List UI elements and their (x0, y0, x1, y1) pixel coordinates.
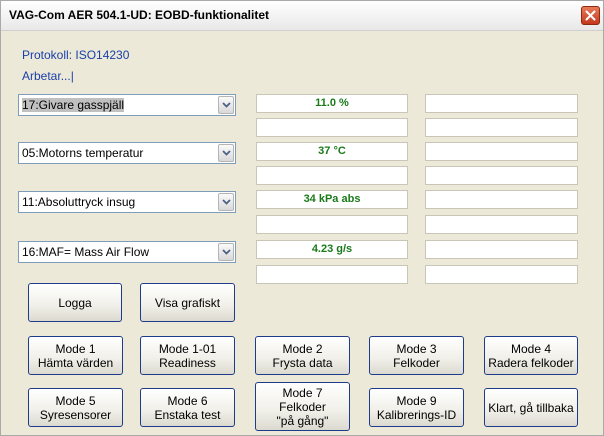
button-label-line: "på gång" (276, 413, 329, 428)
log-button-label: Logga (58, 295, 92, 310)
dropdown-button[interactable] (218, 193, 234, 211)
button-label-line: Felkoder (393, 355, 440, 370)
channel-value2-field (256, 166, 408, 185)
channel-value-field: 34 kPa abs (256, 190, 408, 209)
mode-1-button[interactable]: Mode 1 Hämta värden (28, 336, 123, 375)
button-label-line: Mode 5 (55, 393, 96, 408)
channel-select-4[interactable]: 16:MAF= Mass Air Flow (18, 241, 236, 263)
channel-extra-field (425, 94, 578, 113)
channel-select-2[interactable]: 05:Motorns temperatur (18, 142, 236, 164)
channel-select-1[interactable]: 17:Givare gasspjäll (18, 94, 236, 116)
channel-select-value: 16:MAF= Mass Air Flow (22, 245, 150, 259)
channel-extra2-field (425, 265, 578, 284)
channel-value-field: 11.0 % (256, 94, 408, 113)
dropdown-button[interactable] (218, 96, 234, 114)
close-icon (585, 10, 596, 21)
channel-select-value: 11:Absoluttryck insug (22, 195, 136, 209)
title-bar[interactable]: VAG-Com AER 504.1-UD: EOBD-funktionalite… (1, 1, 603, 31)
dropdown-button[interactable] (218, 243, 234, 261)
channel-extra2-field (425, 166, 578, 185)
dropdown-button[interactable] (218, 144, 234, 162)
button-label-line: Readiness (159, 355, 216, 370)
channel-select-value: 17:Givare gasspjäll (22, 98, 125, 112)
channel-value2-field (256, 118, 408, 137)
button-label-line: Mode 1 (55, 341, 96, 356)
mode-9-button[interactable]: Mode 9 Kalibrerings-ID (369, 388, 464, 427)
button-label-line: Mode 7 (282, 385, 323, 400)
channel-value2-field (256, 265, 408, 284)
show-graph-button-label: Visa grafiskt (154, 295, 221, 310)
chevron-down-icon (221, 249, 231, 255)
channel-value-field: 4.23 g/s (256, 240, 408, 259)
mode-6-button[interactable]: Mode 6 Enstaka test (140, 388, 235, 427)
channel-select-3[interactable]: 11:Absoluttryck insug (18, 191, 236, 213)
working-status: Arbetar...| (22, 69, 74, 83)
channel-value: 4.23 g/s (311, 243, 353, 255)
window-title: VAG-Com AER 504.1-UD: EOBD-funktionalite… (9, 8, 270, 22)
mode-7-button[interactable]: Mode 7 Felkoder "på gång" (255, 382, 350, 431)
button-label-line: Syresensorer (39, 407, 112, 422)
button-label-line: Enstaka test (154, 407, 221, 422)
channel-value-field: 37 °C (256, 142, 408, 161)
mode-3-button[interactable]: Mode 3 Felkoder (369, 336, 464, 375)
button-label-line: Mode 4 (510, 341, 552, 356)
channel-extra-field (425, 240, 578, 259)
mode-4-button[interactable]: Mode 4 Radera felkoder (484, 336, 578, 375)
button-label-line: Mode 1-01 (158, 341, 217, 356)
button-label-line: Hämta värden (37, 355, 114, 370)
button-label-line: Felkoder (279, 399, 326, 414)
done-back-button[interactable]: Klart, gå tillbaka (484, 388, 578, 427)
mode-1-01-button[interactable]: Mode 1-01 Readiness (140, 336, 235, 375)
button-label-line: Mode 2 (282, 341, 323, 356)
channel-value: 37 °C (318, 145, 346, 157)
protocol-label: Protokoll: ISO14230 (22, 48, 130, 62)
show-graph-button[interactable]: Visa grafiskt (140, 283, 235, 322)
mode-5-button[interactable]: Mode 5 Syresensorer (28, 388, 123, 427)
channel-extra-field (425, 142, 578, 161)
button-label-line: Radera felkoder (488, 355, 574, 370)
channel-extra-field (425, 190, 578, 209)
log-button[interactable]: Logga (28, 283, 122, 322)
channel-value2-field (256, 215, 408, 234)
channel-extra2-field (425, 118, 578, 137)
mode-2-button[interactable]: Mode 2 Frysta data (255, 336, 350, 375)
button-label-line: Mode 9 (396, 393, 437, 408)
channel-value: 34 kPa abs (303, 193, 361, 205)
button-label-line: Kalibrerings-ID (376, 407, 457, 422)
done-back-button-label: Klart, gå tillbaka (488, 400, 574, 415)
channel-select-value: 05:Motorns temperatur (22, 146, 144, 160)
button-label-line: Frysta data (272, 355, 333, 370)
eobd-window: VAG-Com AER 504.1-UD: EOBD-funktionalite… (0, 0, 604, 436)
button-label-line: Mode 3 (396, 341, 437, 356)
chevron-down-icon (221, 102, 231, 108)
channel-value: 11.0 % (315, 97, 349, 109)
chevron-down-icon (221, 150, 231, 156)
close-button[interactable] (581, 6, 600, 25)
channel-extra2-field (425, 215, 578, 234)
button-label-line: Mode 6 (167, 393, 208, 408)
chevron-down-icon (221, 199, 231, 205)
